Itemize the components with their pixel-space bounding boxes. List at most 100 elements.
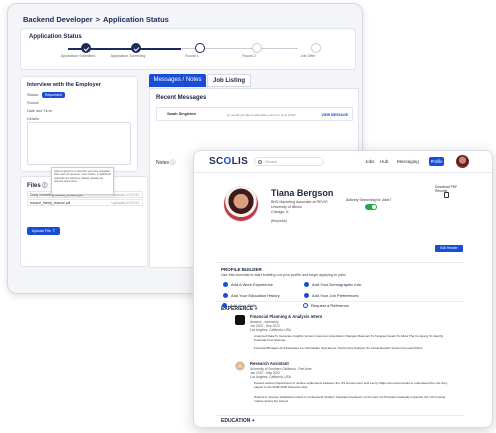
logo[interactable]: SCOLIS [209, 156, 248, 167]
divider [215, 262, 465, 263]
checklist-label: Add Your Education History [231, 293, 280, 298]
checklist-item[interactable]: Add Your Education History [223, 293, 280, 299]
profile-builder-subtitle: Use this checklist to start building out… [221, 273, 346, 277]
breadcrumb-parent[interactable]: Backend Developer [23, 15, 93, 24]
file-row[interactable]: resume_frandy_resume.pdf Uploaded 11/07/2… [27, 199, 143, 206]
info-icon[interactable]: ⓘ [170, 160, 175, 166]
files-title-text: Files [27, 183, 41, 189]
nav-profile[interactable]: Profile [429, 157, 444, 166]
education-title: EDUCATION + [221, 418, 255, 424]
seeking-label: Actively Searching for Jobs? [346, 198, 392, 202]
breadcrumb-current: Application Status [103, 15, 169, 24]
file-date: Uploaded 11/07/24 [111, 201, 139, 205]
step-label: Round 1 [185, 54, 199, 58]
job-title: Research Assistant [250, 361, 289, 366]
job-bullet: Analyzed Data To Generate Insights Versu… [254, 334, 444, 343]
file-date: Uploaded 11/07/24 [111, 193, 139, 197]
divider [215, 301, 465, 302]
edit-header-button[interactable]: Edit Header [435, 245, 463, 252]
checklist-label: Add Your Skills [230, 303, 257, 308]
step-round-2 [252, 43, 262, 53]
check-icon [304, 293, 309, 299]
checklist-label: Add Your Demographic Info. [312, 282, 363, 287]
profile-header: Tiana Bergson BHS Marketing Associate at… [215, 179, 465, 259]
job-place: Los Angeles, California, USA [250, 375, 291, 379]
step-label: Application Screening [110, 54, 146, 58]
amazon-logo [235, 315, 245, 325]
job-title: Financial Planning & Analysis Intern [250, 314, 323, 319]
divider [215, 415, 465, 416]
status-badge: Requested [41, 92, 65, 98]
avatar[interactable] [456, 155, 469, 168]
profile-photo [223, 186, 259, 222]
profile-location: Chicago, IL [271, 210, 290, 214]
files-tooltip: Allow employers to view files you have u… [51, 167, 114, 195]
checklist-item[interactable]: Add A Work Experience [223, 282, 273, 288]
check-icon [223, 282, 228, 288]
tab-job-listing[interactable]: Job Listing [207, 74, 251, 87]
details-textarea[interactable] [27, 122, 131, 165]
step-round-1 [195, 43, 205, 53]
info-icon[interactable]: ⓘ [42, 183, 47, 189]
step-label: Round 2 [242, 54, 256, 58]
recent-messages-title: Recent Messages [156, 95, 207, 101]
search-input[interactable]: Search [254, 157, 324, 166]
tab-messages-notes[interactable]: Messages / Notes [149, 74, 206, 87]
checklist-label: Request a Reference [311, 303, 349, 308]
check-icon [223, 293, 228, 299]
breadcrumb: Backend Developer > Application Status [23, 15, 169, 24]
usc-logo [235, 361, 245, 371]
check-icon [304, 282, 309, 288]
upload-file-label: Upload File [31, 229, 51, 233]
top-nav: SCOLIS Search Jobs Hub Messaging Profile [194, 151, 492, 173]
breadcrumb-separator: > [95, 15, 101, 24]
details-label: Details: [27, 117, 40, 121]
interview-title: Interview with the Employer [27, 82, 101, 88]
profile-school: University of Illinois [271, 205, 302, 209]
profile-pronouns: (they/she) [271, 219, 287, 223]
step-label: Job Offer [300, 54, 316, 58]
profile-name: Tiana Bergson [271, 188, 334, 198]
checklist-label: Add Your Job Preferences [312, 293, 359, 298]
round-label: Round: [27, 101, 40, 105]
job-bullet: Parsed various Department of Justice set… [254, 381, 448, 390]
profile-headline: BHS Marketing Associate at REVIO [271, 200, 328, 204]
checklist-label: Add A Work Experience [231, 282, 273, 287]
upload-file-button[interactable]: Upload File ⇪ [27, 227, 60, 235]
download-icon[interactable] [444, 192, 449, 198]
job-bullet: Financial Budgets And Estimates For Worl… [254, 346, 424, 350]
add-icon[interactable]: + [252, 418, 255, 424]
checklist-item[interactable]: Request a Reference [303, 303, 349, 309]
nav-hub[interactable]: Hub [380, 159, 388, 164]
search-icon [258, 160, 262, 164]
step-job-offer [311, 43, 321, 53]
step-application-submitted [81, 43, 91, 53]
checklist-item[interactable]: Add Your Job Preferences [304, 293, 359, 299]
status-label: Status: [27, 93, 39, 97]
interview-card: Interview with the Employer Status: Reque… [20, 76, 138, 172]
file-name: resume_frandy_resume.pdf [30, 201, 71, 205]
message-sender: Sarah Singleton [167, 112, 196, 116]
job-bullet: Helped to develop statistical models to … [254, 395, 446, 404]
job-place: Los Angeles, California, USA [250, 328, 291, 332]
interview-status-row: Status: Requested [27, 92, 65, 98]
nav-jobs[interactable]: Jobs [365, 159, 375, 164]
application-status-title: Application Status [29, 34, 82, 40]
checklist-item[interactable]: Add Your Skills [222, 303, 257, 309]
seeking-toggle[interactable] [365, 204, 377, 210]
nav-messaging[interactable]: Messaging [397, 159, 419, 164]
check-icon [303, 303, 308, 309]
checklist-item[interactable]: Add Your Demographic Info. [304, 282, 363, 288]
upload-icon: ⇪ [52, 229, 56, 233]
check-icon [222, 303, 227, 309]
files-title: Files ⓘ [27, 182, 47, 189]
notes-label: Notes ⓘ [156, 159, 175, 166]
message-preview: Hi, would you like to schedule a time fo… [227, 112, 296, 117]
view-message-link[interactable]: VIEW MESSAGE [321, 113, 348, 117]
step-application-screening [131, 43, 141, 53]
datetime-label: Date and Time: [27, 109, 53, 113]
message-row[interactable]: Sarah Singleton Hi, would you like to sc… [156, 107, 353, 121]
profile-window: SCOLIS Search Jobs Hub Messaging Profile… [193, 150, 493, 428]
notes-label-text: Notes [156, 160, 170, 166]
download-resume-label: Download PDF Resume [435, 185, 458, 193]
